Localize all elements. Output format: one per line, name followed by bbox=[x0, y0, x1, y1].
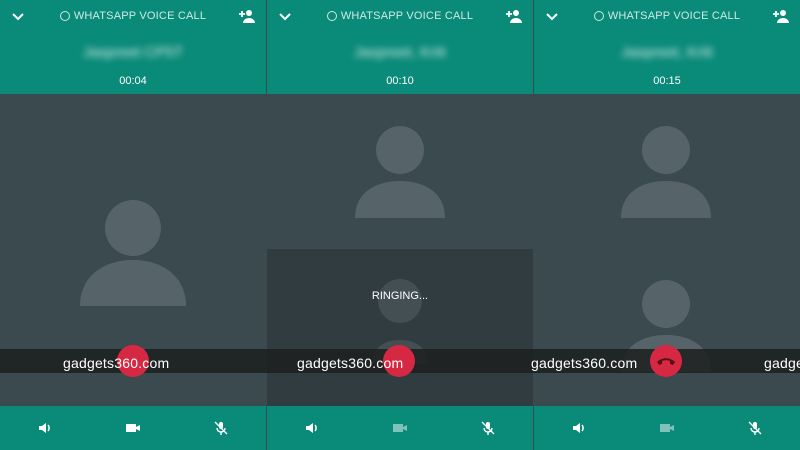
end-call-button[interactable] bbox=[650, 345, 682, 377]
top-bar: WHATSAPP VOICE CALL bbox=[267, 0, 533, 34]
watermark-text: gadgets360.com bbox=[297, 355, 404, 371]
call-controls bbox=[0, 406, 266, 450]
avatar-placeholder-icon bbox=[355, 126, 445, 218]
video-icon[interactable] bbox=[125, 420, 141, 436]
contact-name: Jaspreet CP5T bbox=[82, 44, 184, 61]
top-bar: WHATSAPP VOICE CALL bbox=[0, 0, 266, 34]
contact-name: Jaspreet, Kriti bbox=[354, 44, 446, 61]
call-screen-2: WHATSAPP VOICE CALL Jaspreet, Kriti 00:1… bbox=[267, 0, 533, 450]
add-participant-icon[interactable] bbox=[505, 8, 523, 24]
call-header: WHATSAPP VOICE CALL Jaspreet, Kriti 00:1… bbox=[267, 0, 533, 94]
contact-name: Jaspreet, Kriti bbox=[621, 44, 713, 61]
watermark-text: gadgets360.com bbox=[63, 355, 170, 371]
call-type-title: WHATSAPP VOICE CALL bbox=[534, 10, 800, 22]
call-header: WHATSAPP VOICE CALL Jaspreet CP5T 00:04 bbox=[0, 0, 266, 94]
top-bar: WHATSAPP VOICE CALL bbox=[534, 0, 800, 34]
call-type-label: WHATSAPP VOICE CALL bbox=[607, 10, 741, 22]
add-participant-icon[interactable] bbox=[772, 8, 790, 24]
call-header: WHATSAPP VOICE CALL Jaspreet, Kriti 00:1… bbox=[534, 0, 800, 94]
speaker-icon[interactable] bbox=[304, 420, 320, 436]
watermark-text: gadgets360.com bbox=[531, 355, 638, 371]
mute-icon[interactable] bbox=[213, 420, 229, 436]
call-controls bbox=[534, 406, 800, 450]
whatsapp-icon bbox=[593, 11, 604, 21]
ringing-participant-tile bbox=[267, 249, 533, 406]
ringing-status: RINGING... bbox=[371, 290, 429, 302]
call-type-label: WHATSAPP VOICE CALL bbox=[340, 10, 474, 22]
whatsapp-icon bbox=[326, 11, 337, 21]
call-screen-1: WHATSAPP VOICE CALL Jaspreet CP5T 00:04 bbox=[0, 0, 266, 450]
call-type-title: WHATSAPP VOICE CALL bbox=[0, 10, 266, 22]
call-timer: 00:15 bbox=[653, 75, 681, 87]
call-type-title: WHATSAPP VOICE CALL bbox=[267, 10, 533, 22]
call-timer: 00:04 bbox=[119, 75, 147, 87]
avatar-placeholder-icon bbox=[621, 126, 711, 218]
video-icon[interactable] bbox=[659, 420, 675, 436]
video-icon[interactable] bbox=[392, 420, 408, 436]
avatar-placeholder-icon bbox=[80, 200, 186, 306]
screenshot-comparison: WHATSAPP VOICE CALL Jaspreet CP5T 00:04 … bbox=[0, 0, 800, 450]
hang-up-icon bbox=[657, 358, 675, 365]
speaker-icon[interactable] bbox=[571, 420, 587, 436]
call-screen-3: WHATSAPP VOICE CALL Jaspreet, Kriti 00:1… bbox=[534, 0, 800, 450]
speaker-icon[interactable] bbox=[37, 420, 53, 436]
avatar-placeholder-icon bbox=[378, 279, 422, 323]
call-type-label: WHATSAPP VOICE CALL bbox=[73, 10, 207, 22]
watermark-text: gadgets bbox=[764, 355, 800, 371]
mute-icon[interactable] bbox=[480, 420, 496, 436]
call-timer: 00:10 bbox=[386, 75, 414, 87]
call-controls bbox=[267, 406, 533, 450]
mute-icon[interactable] bbox=[747, 420, 763, 436]
add-participant-icon[interactable] bbox=[238, 8, 256, 24]
whatsapp-icon bbox=[59, 11, 70, 21]
